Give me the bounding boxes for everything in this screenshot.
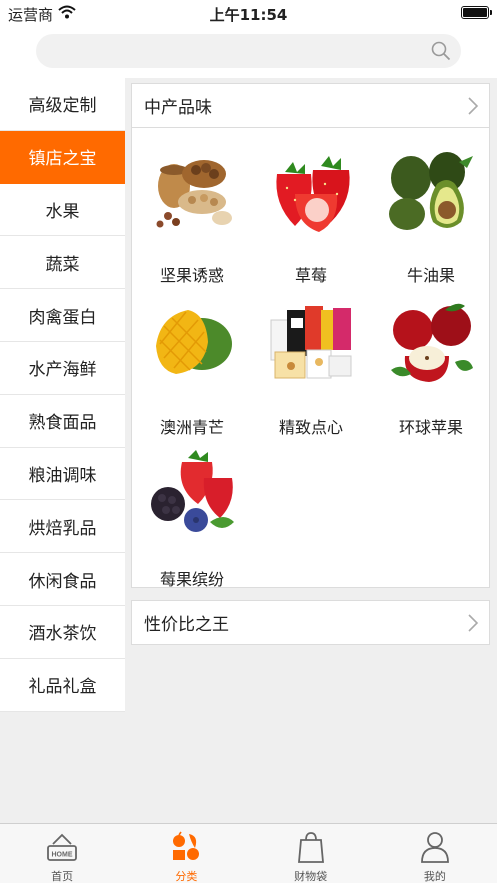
tab-bag[interactable]: 财物袋 xyxy=(249,824,373,883)
svg-text:HOME: HOME xyxy=(52,852,73,859)
category-icon xyxy=(173,831,200,860)
tab-label: 财物袋 xyxy=(294,870,328,883)
clock: 上午11:54 xyxy=(209,6,288,24)
search-icon[interactable] xyxy=(431,41,451,61)
tab-label: 分类 xyxy=(175,870,198,883)
product-name: 草莓 xyxy=(294,266,327,285)
tab-category[interactable]: 分类 xyxy=(124,824,248,883)
sidebar-item-bakery-dairy[interactable]: 烘焙乳品 xyxy=(0,500,125,554)
sidebar-item-deli[interactable]: 熟食面品 xyxy=(0,395,125,448)
product-avocado[interactable]: 牛油果 xyxy=(371,144,491,289)
product-strawberry[interactable]: 草莓 xyxy=(251,144,371,289)
product-berries[interactable]: 莓果缤纷 xyxy=(132,448,252,593)
avocado-image xyxy=(389,152,473,230)
product-name: 环球苹果 xyxy=(398,418,463,437)
section-title: 性价比之王 xyxy=(144,615,229,635)
product-snacks[interactable]: 精致点心 xyxy=(251,296,371,441)
strawberry-image xyxy=(276,156,350,232)
search-area xyxy=(0,26,497,78)
tab-profile[interactable]: 我的 xyxy=(373,824,497,883)
battery-icon xyxy=(461,6,492,19)
sidebar-item-meat-eggs[interactable]: 肉禽蛋白 xyxy=(0,289,125,342)
section-header-middle-class[interactable]: 中产品味 xyxy=(131,83,490,128)
sidebar-item-gifts[interactable]: 礼品礼盒 xyxy=(0,659,125,712)
user-icon xyxy=(420,832,449,863)
sidebar-item-signature[interactable]: 镇店之宝 xyxy=(0,130,125,184)
apple-image xyxy=(391,303,473,382)
chevron-right-icon xyxy=(468,97,479,115)
product-grid: 坚果诱惑 草莓 牛油果 澳洲青芒 精致点心 环球苹果 莓果缤纷 xyxy=(131,128,491,589)
product-name: 莓果缤纷 xyxy=(159,570,224,589)
section-header-value-king[interactable]: 性价比之王 xyxy=(131,600,490,645)
snacks-image xyxy=(270,306,352,379)
product-name: 澳洲青芒 xyxy=(159,418,224,437)
product-mango[interactable]: 澳洲青芒 xyxy=(132,296,252,441)
tab-bar: HOME 首页 分类 财物袋 我的 xyxy=(0,823,497,883)
product-name: 牛油果 xyxy=(406,266,455,285)
sidebar-item-snacks[interactable]: 休闲食品 xyxy=(0,553,125,606)
search-input[interactable] xyxy=(36,34,461,68)
section-title: 中产品味 xyxy=(144,98,212,118)
nuts-image xyxy=(156,160,232,228)
product-apple[interactable]: 环球苹果 xyxy=(371,296,491,441)
product-nuts[interactable]: 坚果诱惑 xyxy=(132,144,252,289)
status-bar: 运营商 上午11:54 xyxy=(0,0,497,26)
home-icon: HOME xyxy=(47,833,78,861)
tab-label: 我的 xyxy=(423,870,446,883)
product-name: 精致点心 xyxy=(278,418,343,437)
tab-label: 首页 xyxy=(51,870,74,883)
sidebar-item-drinks[interactable]: 酒水茶饮 xyxy=(0,606,125,659)
sidebar-item-vegetables[interactable]: 蔬菜 xyxy=(0,236,125,290)
sidebar-item-fruit[interactable]: 水果 xyxy=(0,184,125,237)
mango-image xyxy=(156,310,232,374)
sidebar-item-grain-oil[interactable]: 粮油调味 xyxy=(0,448,125,501)
sidebar-item-seafood[interactable]: 水产海鲜 xyxy=(0,342,125,395)
berries-image xyxy=(151,450,234,532)
tab-home[interactable]: HOME 首页 xyxy=(0,824,124,883)
sidebar-item-custom[interactable]: 高级定制 xyxy=(0,78,125,131)
product-name: 坚果诱惑 xyxy=(159,266,224,285)
chevron-right-icon xyxy=(468,614,479,632)
shopping-bag-icon xyxy=(297,832,324,863)
category-sidebar: 高级定制 镇店之宝 水果 蔬菜 肉禽蛋白 水产海鲜 熟食面品 粮油调味 烘焙乳品… xyxy=(0,78,125,712)
